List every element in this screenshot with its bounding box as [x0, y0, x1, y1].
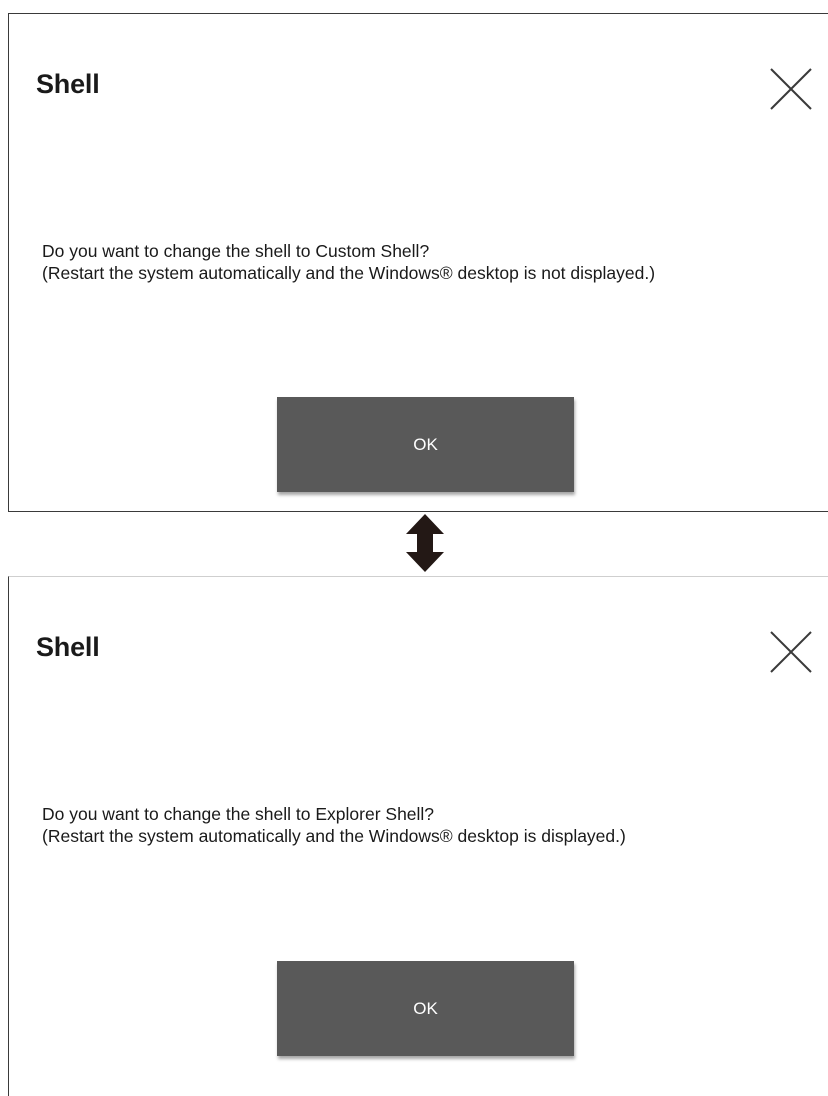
- message-line-2: (Restart the system automatically and th…: [42, 263, 656, 283]
- message-line-1: Do you want to change the shell to Custo…: [42, 241, 430, 261]
- message-line-2: (Restart the system automatically and th…: [42, 826, 626, 846]
- close-button[interactable]: [768, 629, 814, 675]
- close-icon: [770, 631, 812, 673]
- dialog-message: Do you want to change the shell to Explo…: [42, 803, 626, 847]
- dialog-title: Shell: [36, 632, 100, 662]
- dialog-message: Do you want to change the shell to Custo…: [42, 240, 655, 284]
- shell-dialog-explorer: Shell Do you want to change the shell to…: [8, 576, 828, 1096]
- message-line-1: Do you want to change the shell to Explo…: [42, 804, 435, 824]
- dialog-title: Shell: [36, 69, 100, 99]
- shell-dialog-custom: Shell Do you want to change the shell to…: [8, 13, 828, 512]
- close-button[interactable]: [768, 66, 814, 112]
- close-icon: [770, 68, 812, 110]
- ok-button[interactable]: OK: [277, 961, 574, 1056]
- up-down-arrow-icon: [406, 514, 444, 572]
- ok-button[interactable]: OK: [277, 397, 574, 492]
